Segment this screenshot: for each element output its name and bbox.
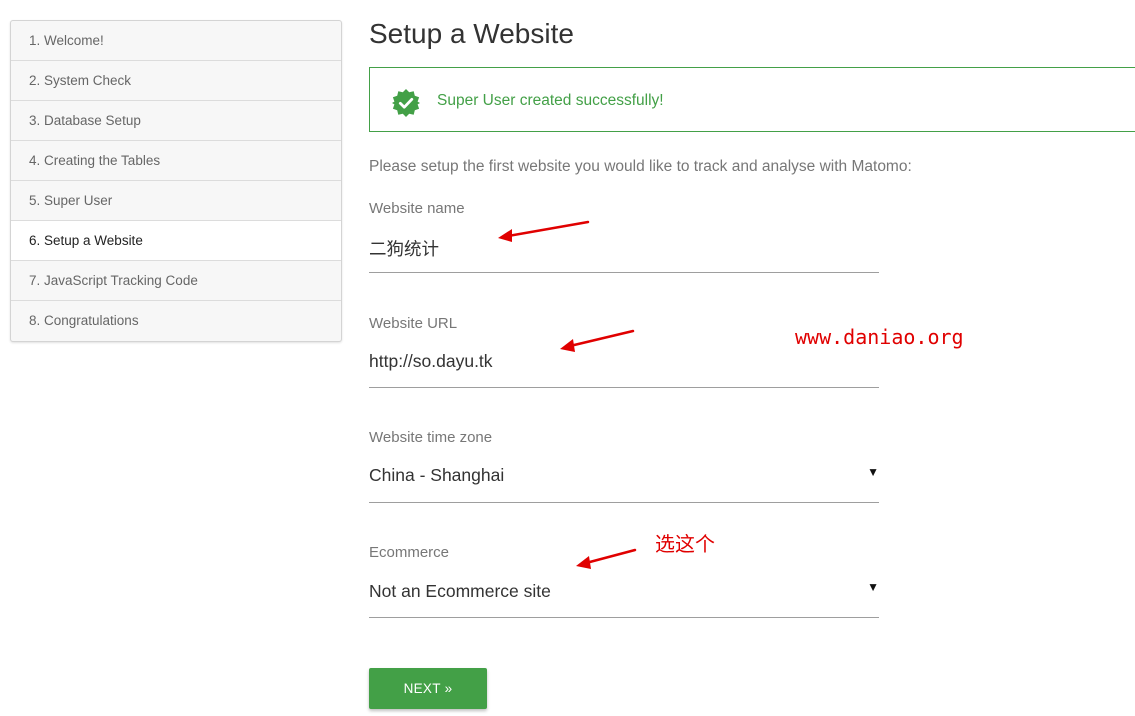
step-database-setup[interactable]: 3. Database Setup xyxy=(11,101,341,141)
ecommerce-label: Ecommerce xyxy=(369,544,450,561)
step-congratulations[interactable]: 8. Congratulations xyxy=(11,301,341,341)
check-badge-icon xyxy=(392,89,420,117)
ecommerce-underline xyxy=(369,617,879,618)
time-zone-field: Website time zone China - Shanghai ▼ xyxy=(369,429,879,503)
website-name-underline xyxy=(369,272,879,273)
website-url-input[interactable]: http://so.dayu.tk xyxy=(369,351,493,372)
step-setup-website[interactable]: 6. Setup a Website xyxy=(11,221,341,261)
watermark-text: www.daniao.org xyxy=(795,325,964,349)
intro-text: Please setup the first website you would… xyxy=(369,158,912,175)
website-name-label: Website name xyxy=(369,200,465,217)
caret-down-icon[interactable]: ▼ xyxy=(867,465,879,479)
next-button[interactable]: NEXT » xyxy=(369,668,487,709)
step-creating-tables[interactable]: 4. Creating the Tables xyxy=(11,141,341,181)
success-alert: Super User created successfully! xyxy=(369,67,1135,132)
page-title: Setup a Website xyxy=(369,18,574,49)
step-tracking-code[interactable]: 7. JavaScript Tracking Code xyxy=(11,261,341,301)
step-system-check[interactable]: 2. System Check xyxy=(11,61,341,101)
time-zone-label: Website time zone xyxy=(369,429,493,446)
installation-steps: 1. Welcome! 2. System Check 3. Database … xyxy=(10,20,342,342)
alert-message: Super User created successfully! xyxy=(437,92,664,109)
arrow-website-url xyxy=(568,329,635,348)
time-zone-underline xyxy=(369,502,879,503)
website-name-field: Website name 二狗统计 xyxy=(369,200,879,273)
arrow-website-name xyxy=(506,220,590,238)
caret-down-icon[interactable]: ▼ xyxy=(867,580,879,594)
ecommerce-field: Ecommerce Not an Ecommerce site ▼ xyxy=(369,544,879,618)
website-url-underline xyxy=(369,387,879,388)
step-super-user[interactable]: 5. Super User xyxy=(11,181,341,221)
time-zone-select[interactable]: China - Shanghai xyxy=(369,465,504,486)
ecommerce-select[interactable]: Not an Ecommerce site xyxy=(369,581,551,602)
annotation-note: 选这个 xyxy=(655,534,715,556)
website-name-input[interactable]: 二狗统计 xyxy=(369,236,439,261)
step-welcome[interactable]: 1. Welcome! xyxy=(11,21,341,61)
